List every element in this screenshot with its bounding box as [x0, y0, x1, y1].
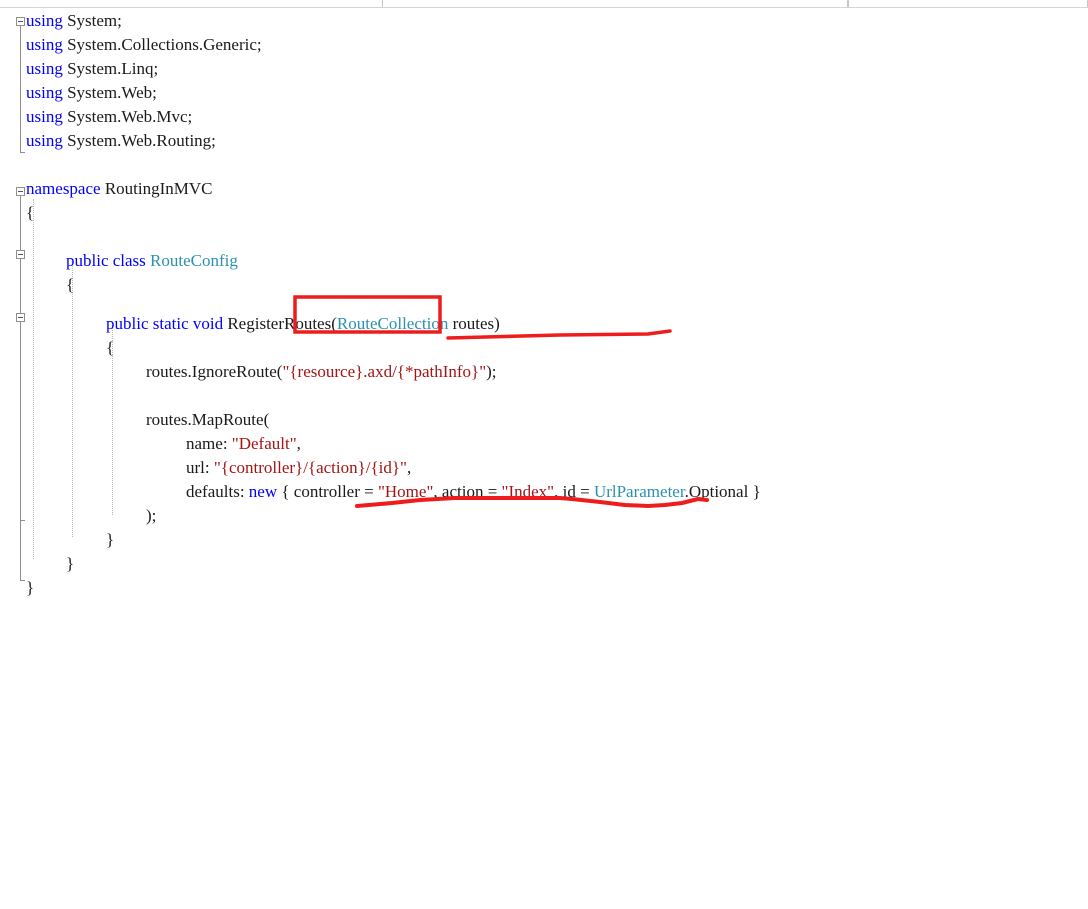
token-brace: }: [66, 554, 75, 573]
code-line-8: namespace RoutingInMVC: [26, 177, 213, 201]
token-keyword: using: [26, 107, 63, 126]
token-keyword: public static void: [106, 314, 224, 333]
token-string: "Default": [231, 434, 297, 453]
token-keyword: using: [26, 131, 63, 150]
method-name-registerroutes: RegisterRoutes: [227, 314, 332, 333]
code-line-21: defaults: new { controller = "Home", act…: [186, 480, 761, 504]
code-line-25: }: [26, 576, 34, 600]
code-line-16: routes.IgnoreRoute("{resource}.axd/{*pat…: [146, 360, 497, 384]
code-line-1: using System;: [26, 9, 122, 33]
token-plain: url:: [186, 458, 214, 477]
source-code-text[interactable]: using System; using System.Collections.G…: [0, 9, 1088, 909]
token-type: RouteCollection: [336, 314, 449, 333]
token-brace: {: [26, 203, 35, 222]
token-plain: , action =: [433, 482, 502, 501]
token-brace: {: [66, 275, 75, 294]
code-line-11: public class RouteConfig: [66, 249, 238, 273]
code-line-24: }: [66, 552, 74, 576]
token-type: UrlParameter: [593, 482, 685, 501]
code-line-14: public static void RegisterRoutes(RouteC…: [106, 312, 500, 336]
token-string: "{controller}/{action}/{id}": [213, 458, 407, 477]
token-keyword: using: [26, 59, 63, 78]
token-plain: System;: [62, 11, 122, 30]
token-plain: ,: [296, 434, 301, 453]
token-type: RouteConfig: [150, 251, 238, 270]
code-line-9: {: [26, 201, 34, 225]
code-line-6: using System.Web.Routing;: [26, 129, 216, 153]
token-plain: System.Web.Routing;: [62, 131, 216, 150]
token-plain: ,: [407, 458, 412, 477]
token-plain: defaults:: [186, 482, 249, 501]
token-plain: routes.MapRoute(: [146, 410, 270, 429]
token-plain: { controller =: [277, 482, 378, 501]
token-keyword: public class: [66, 251, 146, 270]
token-plain: System.Linq;: [62, 59, 159, 78]
toolbar-separator: [0, 7, 1088, 8]
token-brace: }: [106, 530, 115, 549]
token-plain: );: [486, 362, 497, 381]
token-plain: System.Collections.Generic;: [62, 35, 262, 54]
code-line-19: name: "Default",: [186, 432, 301, 456]
token-plain: System.Web;: [62, 83, 157, 102]
token-plain: RoutingInMVC: [100, 179, 213, 198]
token-string: "Index": [501, 482, 555, 501]
code-line-2: using System.Collections.Generic;: [26, 33, 262, 57]
navigation-bar: [0, 0, 1088, 9]
code-line-20: url: "{controller}/{action}/{id}",: [186, 456, 411, 480]
token-brace: }: [26, 578, 35, 597]
token-param: routes): [448, 314, 500, 333]
code-editor-surface[interactable]: using System; using System.Collections.G…: [0, 9, 1088, 625]
token-plain: routes.IgnoreRoute(: [146, 362, 283, 381]
code-line-15: {: [106, 336, 114, 360]
code-line-18: routes.MapRoute(: [146, 408, 269, 432]
token-string: "{resource}.axd/{*pathInfo}": [282, 362, 487, 381]
token-brace: {: [106, 338, 115, 357]
token-keyword: using: [26, 83, 63, 102]
token-plain: .Optional }: [684, 482, 761, 501]
token-plain: , id =: [554, 482, 594, 501]
token-plain: name:: [186, 434, 232, 453]
token-keyword: new: [248, 482, 278, 501]
token-plain: );: [146, 506, 157, 525]
token-keyword: using: [26, 11, 63, 30]
token-string: "Home": [377, 482, 434, 501]
code-line-4: using System.Web;: [26, 81, 157, 105]
token-keyword: namespace: [26, 179, 101, 198]
code-line-12: {: [66, 273, 74, 297]
code-line-23: }: [106, 528, 114, 552]
code-line-3: using System.Linq;: [26, 57, 158, 81]
code-line-22: );: [146, 504, 156, 528]
token-keyword: using: [26, 35, 63, 54]
token-plain: System.Web.Mvc;: [62, 107, 193, 126]
code-line-5: using System.Web.Mvc;: [26, 105, 192, 129]
